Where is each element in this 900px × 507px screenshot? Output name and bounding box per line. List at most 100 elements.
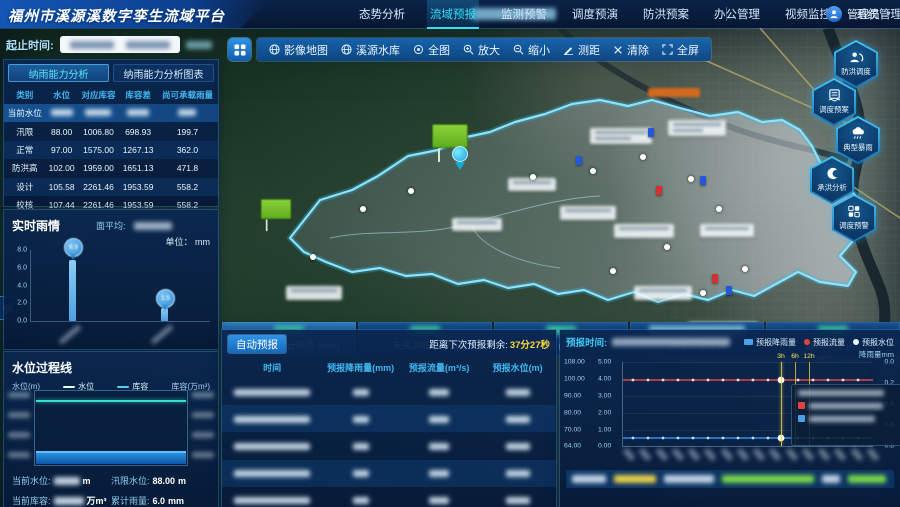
nav-divider [726,7,727,21]
date-hint-blurred [186,41,212,49]
layers-grid-button[interactable] [228,38,251,61]
station-dot[interactable] [664,244,670,250]
legend-forecast-flow[interactable]: 预报流量 [804,337,845,348]
legend-forecast-level[interactable]: 预报水位 [853,337,894,348]
hex-button-dispatch-warning[interactable]: 调度预警 [832,194,876,242]
user-menu[interactable]: 管理员 ▼ [826,0,892,28]
nav-dispatch-rehearsal[interactable]: 调度预演 [569,0,621,29]
tool-measure[interactable]: 测距 [563,42,600,58]
rain-bar-chart: 8.0 6.0 4.0 2.0 0.0 6.9 1.5 [30,250,210,322]
stat-value: 6.0 [153,496,166,506]
x-label-blurred [150,324,173,345]
station-dot[interactable] [700,290,706,296]
zoom-in-icon [463,44,474,55]
station-dot[interactable] [610,268,616,274]
tool-full-extent[interactable]: 全图 [413,42,450,58]
cell-storage: 1959.00 [78,159,119,177]
forecast-row[interactable] [222,405,556,432]
y-tick: 0.0 [7,318,27,325]
gate-pin[interactable] [700,176,706,185]
station-label [452,218,502,231]
table-row: 正常 97.00 1575.00 1267.13 362.0 [4,141,218,159]
station-dot[interactable] [530,174,536,180]
footer-item-blurred [822,475,840,483]
stat-unit: 万m³ [87,494,107,507]
reservoir-marker[interactable] [452,146,468,168]
nav-monitoring-warning[interactable]: 监测预警 [498,0,550,29]
green-flag-marker[interactable] [261,199,292,231]
axis-tick: 2.00 [598,410,611,417]
cell-rain: 558.2 [157,178,218,196]
hex-label: 承洪分析 [817,182,846,192]
forecast-row[interactable] [222,432,556,459]
nav-flood-plan[interactable]: 防洪预案 [640,0,692,29]
rain-bar [69,260,76,321]
cell-diff: 1953.59 [119,178,157,196]
nav-situation-analysis[interactable]: 态势分析 [356,0,408,29]
station-dot[interactable] [688,176,694,182]
tool-fullscreen[interactable]: 全屏 [662,42,699,58]
forecast-row[interactable] [222,487,556,507]
plan-document-icon [827,89,842,102]
rain-value-balloon: 6.9 [64,238,83,257]
tool-xiyuan-reservoir[interactable]: 溪源水库 [341,42,400,58]
axis-tick: 108.00 [564,359,585,366]
forecast-row[interactable] [222,460,556,487]
forecast-chart-panel: 预报时间: 预报降雨量 预报流量 预报水位 降雨量mm 108.00 100.0… [560,330,900,507]
tool-zoom-in[interactable]: 放大 [463,42,500,58]
wave-icon [825,167,840,180]
station-dot[interactable] [310,254,316,260]
countdown-prefix: 距离下次预报剩余: [429,337,508,351]
station-dot[interactable] [640,154,646,160]
stat-label: 汛限水位: [111,474,150,487]
tool-clear[interactable]: 清除 [613,42,649,58]
time-marker-line [781,362,782,446]
countdown-value: 37分27秒 [510,337,550,351]
blurred-value [178,109,196,116]
gate-pin[interactable] [648,128,654,137]
col-forecast-flow: 预报流量(m³/s) [399,357,479,378]
station-label [634,286,692,300]
tool-zoom-out[interactable]: 缩小 [513,42,550,58]
station-dot[interactable] [742,266,748,272]
alert-pin[interactable] [656,186,662,195]
nav-basin-forecast[interactable]: 流域预报 [427,0,479,29]
area-avg-label: 面平均: [96,219,126,232]
station-dot[interactable] [408,188,414,194]
table-row-current: 当前水位 [4,104,218,122]
tool-imagery-map[interactable]: 影像地图 [269,42,328,58]
forecast-header-row: 时间 预报降雨量(mm) 预报流量(m³/s) 预报水位(m) [222,357,556,378]
axis-tick: 64.00 [564,443,581,450]
forecast-table: 时间 预报降雨量(mm) 预报流量(m³/s) 预报水位(m) [222,357,556,507]
forecast-line-chart[interactable]: 3h 6h 12h [622,362,873,447]
cell-storage: 1575.00 [78,141,119,159]
gate-pin[interactable] [576,156,582,165]
station-label [286,286,342,300]
stat-value-blurred [54,477,80,485]
footer-item-blurred [614,475,656,483]
tool-label: 影像地图 [284,42,328,58]
storage-area [36,451,186,464]
grid-icon [234,44,246,56]
axis-tick: 0.0 [885,359,894,366]
gate-pin[interactable] [726,286,732,295]
legend-forecast-rain[interactable]: 预报降雨量 [744,337,796,348]
capacity-header-row: 类别 水位 对应库容 库容差 尚可承载雨量 [4,86,218,104]
col-category: 类别 [4,86,45,104]
forecast-row[interactable] [222,378,556,405]
station-dot[interactable] [716,206,722,212]
time-marker-label: 12h [803,353,814,360]
y-label-blurred [192,432,214,438]
nav-office-management[interactable]: 办公管理 [711,0,763,29]
tab-rain-capacity-analysis[interactable]: 纳雨能力分析 [8,64,109,82]
station-dot[interactable] [590,168,596,174]
station-dot[interactable] [360,206,366,212]
y-tick: 2.0 [7,300,27,307]
tab-rain-capacity-chart[interactable]: 纳雨能力分析图表 [113,64,214,82]
auto-forecast-button[interactable]: 自动预报 [228,335,286,353]
date-filter: 起止时间: [6,36,212,53]
alert-pin[interactable] [712,274,718,283]
cell-storage: 1006.80 [78,122,119,140]
date-range-input[interactable] [60,36,180,53]
person-icon [829,9,839,19]
